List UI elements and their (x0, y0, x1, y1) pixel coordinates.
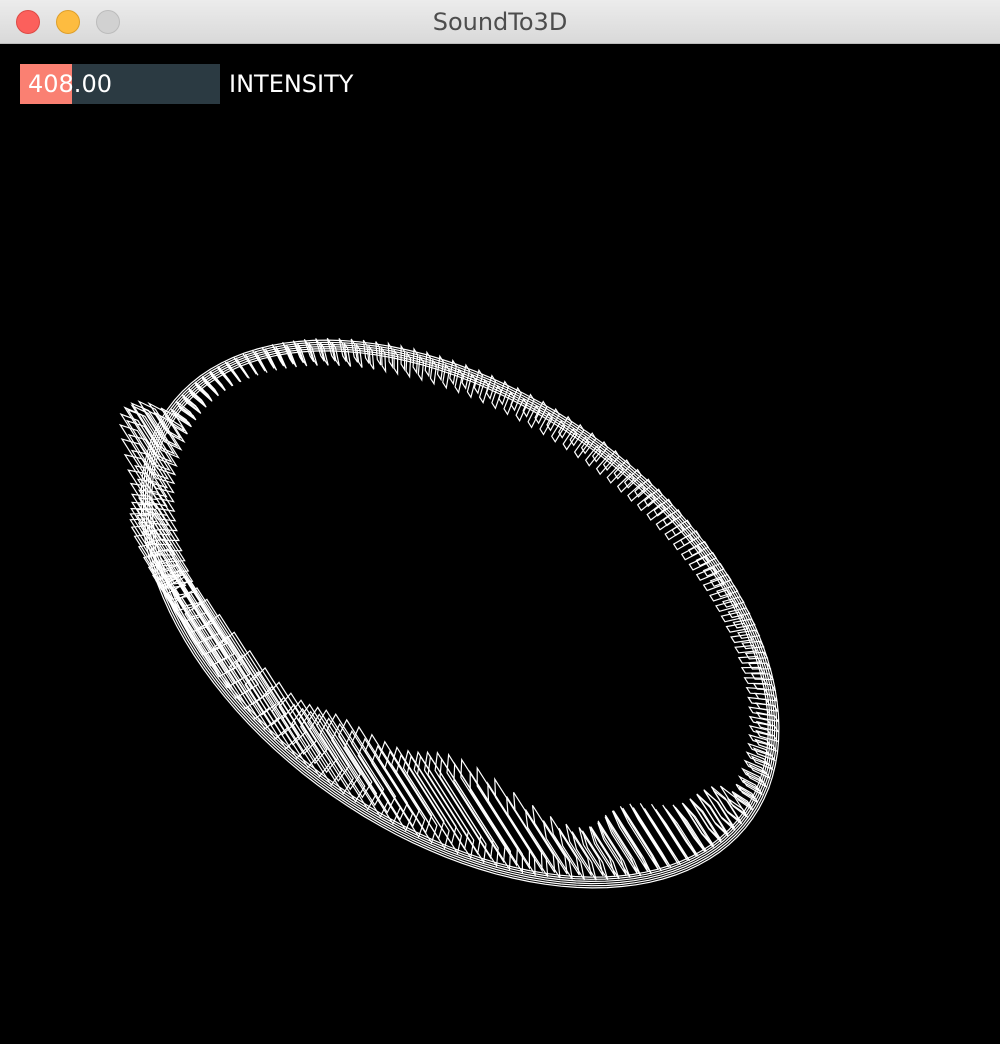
wireframe-visualization (118, 337, 780, 889)
window-title: SoundTo3D (432, 8, 568, 36)
title-bar: SoundTo3D (0, 0, 1000, 44)
wireframe-ring (149, 348, 771, 880)
wireframe-box (319, 342, 329, 366)
render-canvas[interactable]: 408.00 INTENSITY (0, 44, 1000, 1044)
wireframe-ring (151, 350, 769, 878)
intensity-value: 408.00 (28, 70, 112, 98)
intensity-slider[interactable]: 408.00 (20, 64, 220, 104)
wireframe-ring (146, 345, 774, 883)
app-window: SoundTo3D 408.00 INTENSITY (0, 0, 1000, 1044)
intensity-label: INTENSITY (229, 70, 354, 98)
